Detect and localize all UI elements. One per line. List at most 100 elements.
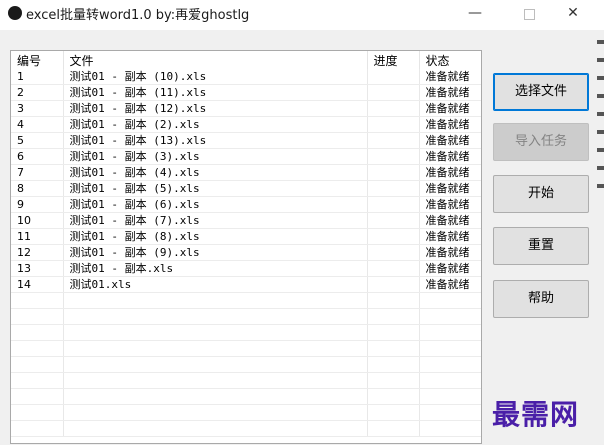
cell-number: 13 xyxy=(11,260,64,277)
cell-file: 测试01 - 副本 (13).xls xyxy=(63,132,368,149)
table-header-row: 编号 文件 进度 状态 xyxy=(11,51,481,69)
cell-progress xyxy=(367,100,420,117)
table-row[interactable]: 1 测试01 - 副本 (10).xls 准备就绪 xyxy=(11,69,481,85)
cell-progress xyxy=(367,212,420,229)
empty-cell xyxy=(11,308,64,325)
file-list[interactable]: 编号 文件 进度 状态 1 测试01 - 副本 (10).xls 准备就绪 2 测试01… xyxy=(10,50,482,444)
table-row[interactable]: 7 测试01 - 副本 (4).xls 准备就绪 xyxy=(11,164,481,181)
reset-button[interactable]: 重置 xyxy=(493,227,589,265)
import-task-button[interactable]: 导入任务 xyxy=(493,123,589,161)
table-row[interactable]: 11 测试01 - 副本 (8).xls 准备就绪 xyxy=(11,228,481,245)
cell-status: 准备就绪 xyxy=(419,180,481,197)
column-header-progress[interactable]: 进度 xyxy=(367,51,420,69)
cell-file: 测试01 - 副本 (10).xls xyxy=(63,69,368,85)
table-row[interactable]: 12 测试01 - 副本 (9).xls 准备就绪 xyxy=(11,244,481,261)
start-button[interactable]: 开始 xyxy=(493,175,589,213)
table-row[interactable]: 6 测试01 - 副本 (3).xls 准备就绪 xyxy=(11,148,481,165)
cell-status: 准备就绪 xyxy=(419,164,481,181)
cell-number: 5 xyxy=(11,132,64,149)
empty-row xyxy=(11,340,481,357)
cell-progress xyxy=(367,69,420,85)
cell-number: 12 xyxy=(11,244,64,261)
cell-number: 7 xyxy=(11,164,64,181)
cell-status: 准备就绪 xyxy=(419,100,481,117)
cell-status: 准备就绪 xyxy=(419,69,481,85)
cell-progress xyxy=(367,116,420,133)
window-title: excel批量转word1.0 by:再爱ghostlg xyxy=(26,8,250,23)
empty-cell xyxy=(11,340,64,357)
background-window-edge xyxy=(597,40,604,220)
close-icon: ✕ xyxy=(567,5,579,21)
cell-status: 准备就绪 xyxy=(419,260,481,277)
empty-cell xyxy=(419,404,481,421)
cell-status: 准备就绪 xyxy=(419,212,481,229)
table-row[interactable]: 9 测试01 - 副本 (6).xls 准备就绪 xyxy=(11,196,481,213)
maximize-button[interactable] xyxy=(506,0,552,28)
empty-cell xyxy=(11,420,64,437)
cell-progress xyxy=(367,276,420,293)
empty-cell xyxy=(419,356,481,373)
cell-file: 测试01 - 副本 (7).xls xyxy=(63,212,368,229)
help-button[interactable]: 帮助 xyxy=(493,280,589,318)
empty-cell xyxy=(11,356,64,373)
cell-file: 测试01 - 副本 (5).xls xyxy=(63,180,368,197)
table-row[interactable]: 2 测试01 - 副本 (11).xls 准备就绪 xyxy=(11,84,481,101)
cell-progress xyxy=(367,180,420,197)
empty-cell xyxy=(63,292,368,309)
column-header-number[interactable]: 编号 xyxy=(11,51,64,69)
empty-cell xyxy=(367,356,420,373)
empty-cell xyxy=(419,372,481,389)
title-bar[interactable]: excel批量转word1.0 by:再爱ghostlg — ✕ xyxy=(0,0,604,30)
empty-cell xyxy=(11,372,64,389)
file-table: 编号 文件 进度 状态 1 测试01 - 副本 (10).xls 准备就绪 2 测试01… xyxy=(11,51,481,437)
table-row[interactable]: 14 测试01.xls 准备就绪 xyxy=(11,276,481,293)
cell-number: 2 xyxy=(11,84,64,101)
cell-progress xyxy=(367,164,420,181)
minimize-button[interactable]: — xyxy=(452,0,498,28)
cell-number: 9 xyxy=(11,196,64,213)
app-window: excel批量转word1.0 by:再爱ghostlg — ✕ 编号 文件 进… xyxy=(0,0,604,445)
cell-number: 1 xyxy=(11,69,64,85)
cell-progress xyxy=(367,228,420,245)
column-header-status[interactable]: 状态 xyxy=(419,51,481,69)
cell-file: 测试01.xls xyxy=(63,276,368,293)
column-header-file[interactable]: 文件 xyxy=(63,51,368,69)
empty-cell xyxy=(367,324,420,341)
cell-progress xyxy=(367,260,420,277)
cell-progress xyxy=(367,196,420,213)
table-row[interactable]: 4 测试01 - 副本 (2).xls 准备就绪 xyxy=(11,116,481,133)
cell-status: 准备就绪 xyxy=(419,244,481,261)
table-row[interactable]: 3 测试01 - 副本 (12).xls 准备就绪 xyxy=(11,100,481,117)
cell-number: 4 xyxy=(11,116,64,133)
empty-cell xyxy=(11,404,64,421)
cell-file: 测试01 - 副本.xls xyxy=(63,260,368,277)
maximize-icon xyxy=(523,9,535,20)
empty-row xyxy=(11,404,481,421)
cell-file: 测试01 - 副本 (6).xls xyxy=(63,196,368,213)
table-row[interactable]: 8 测试01 - 副本 (5).xls 准备就绪 xyxy=(11,180,481,197)
table-row[interactable]: 13 测试01 - 副本.xls 准备就绪 xyxy=(11,260,481,277)
empty-cell xyxy=(367,404,420,421)
minimize-icon: — xyxy=(468,5,482,21)
empty-cell xyxy=(11,324,64,341)
cell-number: 14 xyxy=(11,276,64,293)
cell-file: 测试01 - 副本 (11).xls xyxy=(63,84,368,101)
cell-status: 准备就绪 xyxy=(419,228,481,245)
empty-cell xyxy=(63,388,368,405)
empty-cell xyxy=(63,324,368,341)
select-file-button[interactable]: 选择文件 xyxy=(493,73,589,111)
empty-cell xyxy=(63,340,368,357)
cell-number: 11 xyxy=(11,228,64,245)
cell-file: 测试01 - 副本 (12).xls xyxy=(63,100,368,117)
empty-row xyxy=(11,372,481,389)
table-row[interactable]: 5 测试01 - 副本 (13).xls 准备就绪 xyxy=(11,132,481,149)
table-row[interactable]: 10 测试01 - 副本 (7).xls 准备就绪 xyxy=(11,212,481,229)
empty-cell xyxy=(367,372,420,389)
empty-row xyxy=(11,420,481,437)
cell-number: 10 xyxy=(11,212,64,229)
close-button[interactable]: ✕ xyxy=(550,0,596,28)
cell-file: 测试01 - 副本 (9).xls xyxy=(63,244,368,261)
cell-progress xyxy=(367,132,420,149)
empty-cell xyxy=(419,292,481,309)
cell-number: 3 xyxy=(11,100,64,117)
